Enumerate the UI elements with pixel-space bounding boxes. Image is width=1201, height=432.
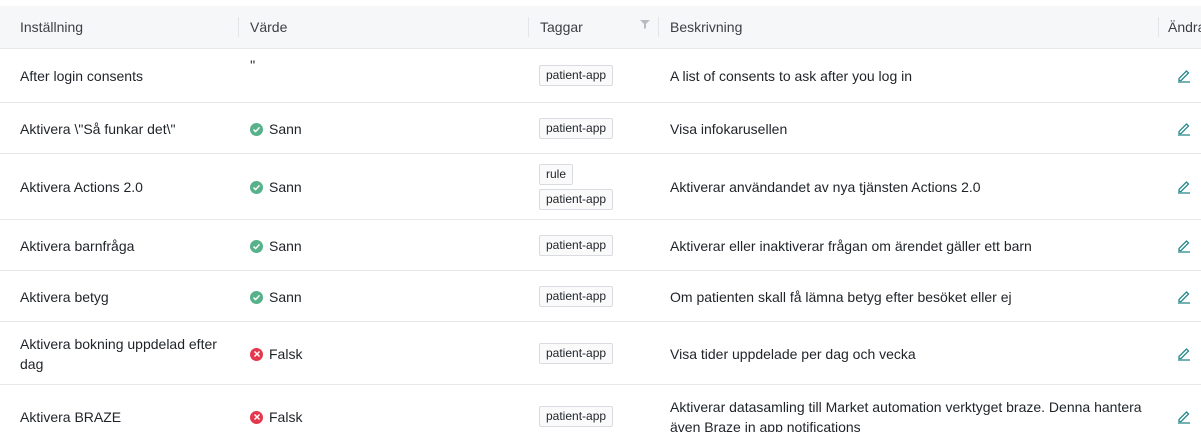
status-label: Sann — [269, 121, 302, 137]
row-divider — [0, 48, 1201, 49]
column-divider — [528, 17, 529, 37]
setting-name: Aktivera betyg — [20, 289, 109, 305]
column-header-description[interactable]: Beskrivning — [670, 19, 742, 35]
edit-pencil-icon[interactable] — [1176, 178, 1192, 194]
tag-badge: patient-app — [539, 118, 614, 139]
setting-description: A list of consents to ask after you log … — [670, 68, 913, 84]
check-circle-icon — [250, 180, 263, 194]
row-divider — [0, 321, 1201, 322]
row-divider — [0, 102, 1201, 103]
setting-description: Aktiverar användandet av nya tjänsten Ac… — [670, 179, 981, 195]
status-label: Falsk — [269, 346, 303, 362]
row-divider — [0, 219, 1201, 220]
edit-pencil-icon[interactable] — [1176, 288, 1192, 304]
row-divider — [0, 384, 1201, 385]
column-divider — [238, 17, 239, 37]
edit-pencil-icon[interactable] — [1176, 345, 1192, 361]
tag-badge: rule — [539, 164, 574, 185]
tag-badge: patient-app — [539, 65, 614, 86]
x-circle-icon — [250, 410, 263, 424]
column-divider — [1158, 17, 1159, 37]
row-divider — [0, 270, 1201, 271]
tag-badge: patient-app — [539, 189, 614, 210]
status-value: Falsk — [250, 409, 302, 425]
edit-pencil-icon[interactable] — [1176, 408, 1192, 424]
column-header-tags[interactable]: Taggar — [540, 19, 583, 35]
edit-pencil-icon[interactable] — [1176, 120, 1192, 136]
status-value: Sann — [250, 238, 302, 254]
status-label: Sann — [269, 238, 302, 254]
tag-badge: patient-app — [539, 343, 614, 364]
settings-table: Inställning Värde Taggar Beskrivning Änd… — [0, 0, 1201, 432]
check-circle-icon — [250, 239, 263, 253]
setting-description: Aktiverar datasamling till Market automa… — [670, 399, 1142, 415]
setting-name: Aktivera bokning uppdelad efter — [20, 336, 217, 352]
column-divider — [658, 17, 659, 37]
column-header-setting[interactable]: Inställning — [20, 19, 83, 35]
table-header — [0, 6, 1201, 48]
setting-name: After login consents — [20, 68, 143, 84]
column-header-value[interactable]: Värde — [250, 19, 287, 35]
setting-name: Aktivera barnfråga — [20, 238, 135, 254]
status-value: Sann — [250, 179, 302, 195]
setting-value: '' — [250, 57, 256, 73]
edit-pencil-icon[interactable] — [1176, 67, 1192, 83]
status-label: Sann — [269, 179, 302, 195]
row-divider — [0, 153, 1201, 154]
tag-badge: patient-app — [539, 235, 614, 256]
setting-description: Aktiverar eller inaktiverar frågan om är… — [670, 238, 1032, 254]
status-label: Sann — [269, 289, 302, 305]
tag-badge: patient-app — [539, 406, 614, 427]
tag-badge: patient-app — [539, 286, 614, 307]
check-circle-icon — [250, 122, 263, 136]
status-value: Sann — [250, 121, 302, 137]
setting-name: Aktivera Actions 2.0 — [20, 179, 143, 195]
edit-pencil-icon[interactable] — [1176, 237, 1192, 253]
status-value: Falsk — [250, 346, 302, 362]
x-circle-icon — [250, 347, 263, 361]
status-label: Falsk — [269, 409, 303, 425]
setting-description: Om patienten skall få lämna betyg efter … — [670, 289, 1012, 305]
setting-name: Aktivera BRAZE — [20, 409, 122, 425]
setting-description-continued: även Braze in app notifications — [670, 419, 861, 432]
column-header-edit[interactable]: Ändra — [1168, 19, 1201, 35]
setting-name: Aktivera \"Så funkar det\" — [20, 121, 176, 137]
status-value: Sann — [250, 289, 302, 305]
setting-description: Visa tider uppdelade per dag och vecka — [670, 346, 916, 362]
setting-name-continued: dag — [20, 356, 44, 372]
filter-icon[interactable] — [640, 19, 650, 29]
setting-description: Visa infokarusellen — [670, 121, 788, 137]
check-circle-icon — [250, 290, 263, 304]
